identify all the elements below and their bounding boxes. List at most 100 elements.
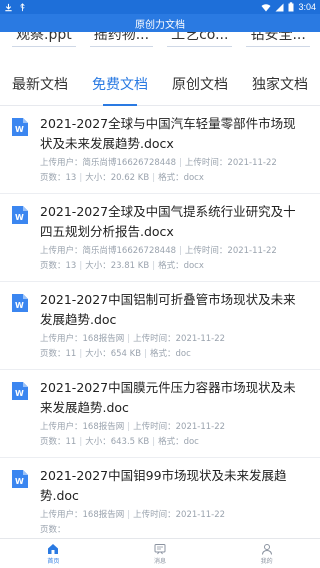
page-count: 11 [65,349,77,359]
document-list-item[interactable]: W 2021-2027全球及中国气提系统行业研究及十四五规划分析报告.docx … [0,194,320,282]
file-format: doc [175,349,191,359]
pages-label: 页数： [40,525,66,535]
message-icon [154,543,166,554]
status-bar: 3:04 [0,0,320,14]
document-meta: 上传用户：168报告网 | 上传时间：2021-11-22 [40,510,226,520]
tab-bar: 最新文档 免费文档 原创文档 独家文档 [0,62,320,106]
tab-exclusive[interactable]: 独家文档 [240,62,320,105]
upload-time-label: 上传时间： [133,334,176,344]
uploader-label: 上传用户： [40,422,83,432]
format-label: 格式： [149,349,176,359]
format-label: 格式： [158,261,184,271]
size-label: 大小： [85,173,111,183]
nav-profile-label: 我的 [260,557,273,565]
word-doc-icon: W [12,118,28,136]
nav-profile[interactable]: 我的 [213,539,320,568]
pages-label: 页数： [40,173,66,183]
download-icon [5,3,12,11]
document-list-item[interactable]: W 2021-2027中国铝制可折叠管市场现状及未来发展趋势.doc 上传用户：… [0,282,320,370]
uploader-name: 168报告网 [82,510,125,520]
nav-messages[interactable]: 消息 [107,539,214,568]
file-format: doc [183,437,199,447]
upload-time: 2021-11-22 [227,246,277,256]
upload-time-label: 上传时间： [184,246,228,256]
uploader-name: 168报告网 [82,422,125,432]
profile-icon [261,543,272,555]
word-doc-icon: W [12,470,28,488]
document-list: W 2021-2027全球与中国汽车轻量零部件市场现状及未来发展趋势.docx … [0,106,320,538]
usb-icon [20,2,25,11]
document-meta: 上传用户：168报告网 | 上传时间：2021-11-22 [40,422,226,432]
clock-time: 3:04 [298,2,316,12]
format-label: 格式： [158,437,184,447]
bottom-nav: 首页 消息 我的 [0,538,320,568]
nav-home-label: 首页 [47,557,60,565]
svg-text:W: W [15,125,24,134]
upload-time: 2021-11-22 [175,422,226,432]
uploader-label: 上传用户： [40,510,83,520]
document-meta: 页数：11 | 大小：643.5 KB | 格式：doc [40,437,199,447]
document-title: 2021-2027中国铝制可折叠管市场现状及未来发展趋势.doc [40,292,296,327]
category-chip[interactable]: 工艺co... [167,32,233,47]
document-title: 2021-2027全球与中国汽车轻量零部件市场现状及未来发展趋势.docx [40,116,296,151]
nav-home[interactable]: 首页 [0,539,107,568]
upload-time-label: 上传时间： [133,422,176,432]
signal-icon [275,3,284,11]
upload-time: 2021-11-22 [175,334,226,344]
document-list-item[interactable]: W 2021-2027全球与中国汽车轻量零部件市场现状及未来发展趋势.docx … [0,106,320,194]
document-meta: 页数： [40,524,308,536]
page-count: 11 [65,437,77,447]
document-meta: 页数：11 | 大小：654 KB | 格式：doc [40,349,191,359]
upload-time: 2021-11-22 [227,158,277,168]
app-title: 原创力文档 [135,19,185,31]
file-size: 23.81 KB [110,261,150,271]
uploader-label: 上传用户： [40,334,83,344]
svg-text:W: W [15,389,24,398]
file-size: 654 KB [110,349,142,359]
pages-label: 页数： [40,349,66,359]
page-count: 13 [65,173,77,183]
file-size: 20.62 KB [110,173,150,183]
file-size: 643.5 KB [110,437,150,447]
wifi-icon [261,3,271,12]
battery-icon [288,2,294,12]
word-doc-icon: W [12,382,28,400]
uploader-name: 168报告网 [82,334,125,344]
document-list-item[interactable]: W 2021-2027中国钼99市场现状及未来发展趋势.doc 上传用户：168… [0,458,320,538]
category-chip[interactable]: 观察.ppt [12,32,76,47]
pages-label: 页数： [40,261,66,271]
document-title: 2021-2027全球及中国气提系统行业研究及十四五规划分析报告.docx [40,204,296,239]
document-meta: 上传用户：简乐尚博16626728448 | 上传时间：2021-11-22 [40,158,277,168]
upload-time-label: 上传时间： [184,158,228,168]
document-meta: 页数：13 | 大小：23.81 KB | 格式：docx [40,261,204,271]
document-title: 2021-2027中国膜元件压力容器市场现状及未来发展趋势.doc [40,380,296,415]
file-format: docx [183,261,204,271]
document-title: 2021-2027中国钼99市场现状及未来发展趋势.doc [40,468,287,503]
category-chip[interactable]: 钻安全... [246,32,310,47]
upload-time: 2021-11-22 [175,510,226,520]
home-icon [48,543,59,554]
svg-text:W: W [15,213,24,222]
tab-latest[interactable]: 最新文档 [0,62,80,105]
word-doc-icon: W [12,206,28,224]
category-strip: 观察.ppt 摇药物... 工艺co... 钻安全... [0,32,320,52]
document-list-item[interactable]: W 2021-2027中国膜元件压力容器市场现状及未来发展趋势.doc 上传用户… [0,370,320,458]
upload-time-label: 上传时间： [133,510,176,520]
uploader-label: 上传用户： [40,246,83,256]
svg-text:W: W [15,301,24,310]
document-meta: 上传用户：168报告网 | 上传时间：2021-11-22 [40,334,226,344]
file-format: docx [183,173,204,183]
uploader-label: 上传用户： [40,158,83,168]
category-chip[interactable]: 摇药物... [89,32,154,47]
uploader-name: 简乐尚博16626728448 [82,246,177,256]
pages-label: 页数： [40,437,66,447]
svg-text:W: W [15,477,24,486]
document-meta: 上传用户：简乐尚博16626728448 | 上传时间：2021-11-22 [40,246,277,256]
page-count: 13 [65,261,77,271]
format-label: 格式： [158,173,184,183]
app-header: 原创力文档 [0,14,320,32]
tab-original[interactable]: 原创文档 [160,62,240,105]
size-label: 大小： [85,437,111,447]
nav-messages-label: 消息 [154,557,167,565]
tab-free[interactable]: 免费文档 [80,62,160,105]
